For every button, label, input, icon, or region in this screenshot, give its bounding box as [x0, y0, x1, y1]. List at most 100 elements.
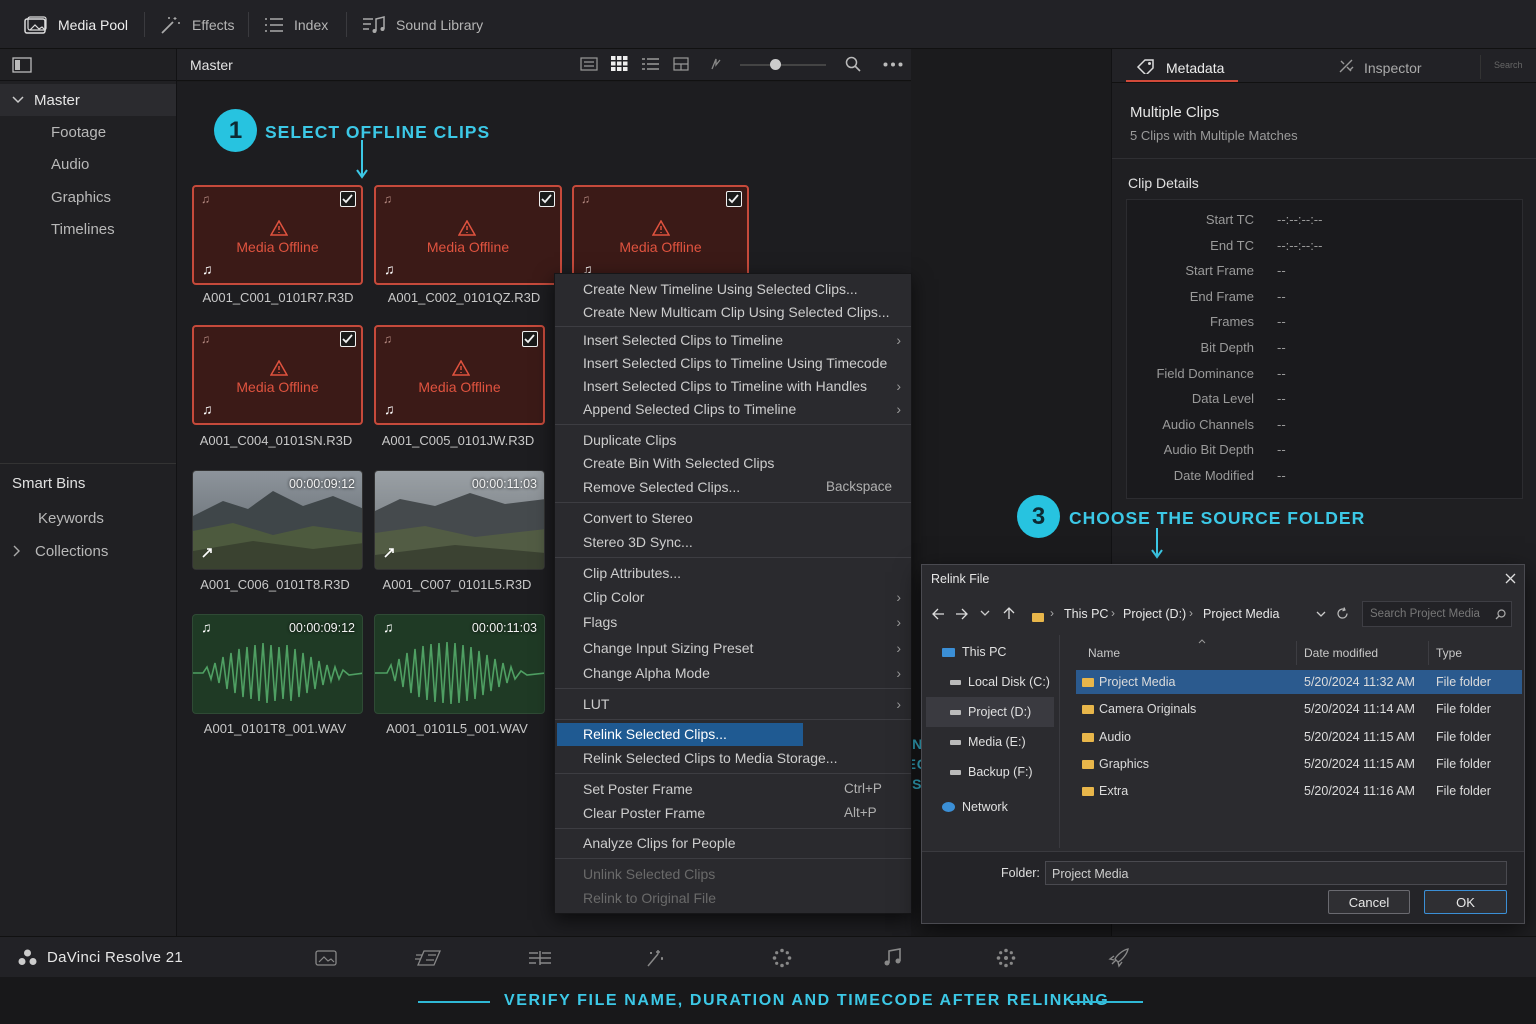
up-arrow-icon[interactable]	[1003, 607, 1015, 620]
clip-thumbnail[interactable]: 00:00:11:03	[374, 470, 545, 570]
color-page-icon[interactable]	[772, 948, 792, 968]
close-icon[interactable]	[1505, 573, 1516, 584]
menu-item-stereo-3d-sync[interactable]: Stereo 3D Sync...	[583, 534, 693, 550]
address-bar[interactable]: › This PC › Project (D:) › Project Media	[1025, 601, 1355, 626]
menu-item-insert-using-timecode[interactable]: Insert Selected Clips to Timeline Using …	[583, 355, 887, 371]
menu-item-clip-attributes[interactable]: Clip Attributes...	[583, 565, 681, 581]
more-options-icon[interactable]	[883, 62, 903, 67]
folder-input[interactable]: Project Media	[1045, 861, 1507, 885]
tree-item-network[interactable]: Network	[942, 800, 1008, 814]
menu-item-change-alpha-mode[interactable]: Change Alpha Mode	[583, 665, 710, 681]
clip-thumbnail[interactable]: ♫ Media Offline ♫	[374, 325, 545, 425]
list-view-icon[interactable]	[642, 57, 659, 71]
sort-icon[interactable]	[709, 57, 723, 71]
panel-search[interactable]: Search	[1494, 60, 1523, 70]
metadata-view-icon[interactable]	[580, 57, 598, 71]
menu-item-convert-to-stereo[interactable]: Convert to Stereo	[583, 510, 693, 526]
menu-item-analyze-people[interactable]: Analyze Clips for People	[583, 835, 736, 851]
sidebar-item-master[interactable]: Master	[0, 84, 176, 116]
menu-item-insert-to-timeline[interactable]: Insert Selected Clips to Timeline	[583, 332, 783, 348]
clip-thumbnail[interactable]: ♫ Media Offline ♫	[374, 185, 562, 285]
search-icon[interactable]	[845, 56, 861, 72]
back-arrow-icon[interactable]	[932, 608, 945, 620]
chevron-right-icon[interactable]	[13, 545, 21, 557]
tab-inspector[interactable]: Inspector	[1338, 49, 1448, 83]
file-name-cell: Camera Originals	[1082, 702, 1196, 716]
clip-thumbnail[interactable]: ♫ Media Offline ♫	[192, 185, 363, 285]
column-header-type[interactable]: Type	[1436, 646, 1462, 660]
tutorial-footer: VERIFY FILE NAME, DURATION AND TIMECODE …	[0, 977, 1536, 1024]
menu-item-clear-poster-frame[interactable]: Clear Poster Frame	[583, 805, 705, 821]
clip-checkbox[interactable]	[522, 331, 538, 347]
column-header-date[interactable]: Date modified	[1304, 646, 1378, 660]
deliver-page-icon[interactable]	[996, 948, 1016, 968]
clip-checkbox[interactable]	[726, 191, 742, 207]
media-page-icon[interactable]	[315, 950, 337, 966]
sidebar-item-audio[interactable]: Audio	[0, 148, 176, 180]
clip-thumbnail[interactable]: ♫ 00:00:09:12	[192, 614, 363, 714]
tree-item-local-disk[interactable]: Local Disk (C:)	[950, 675, 1050, 689]
tree-item-project-d-label[interactable]: Project (D:)	[950, 705, 1031, 719]
file-row[interactable]: Extra 5/20/2024 11:16 AM File folder	[1076, 779, 1522, 803]
sidebar-item-footage[interactable]: Footage	[0, 116, 176, 148]
fairlight-page-icon[interactable]	[883, 948, 901, 966]
effects-tab[interactable]: Effects	[160, 0, 235, 49]
tree-item-this-pc[interactable]: This PC	[942, 645, 1006, 659]
clip-thumbnail[interactable]: ♫ 00:00:11:03	[374, 614, 545, 714]
sidebar-item-keywords[interactable]: Keywords	[0, 502, 176, 534]
file-row[interactable]: Graphics 5/20/2024 11:15 AM File folder	[1076, 752, 1522, 776]
sidebar-item-timelines[interactable]: Timelines	[0, 213, 176, 245]
menu-item-relink-selected-clips[interactable]: Relink Selected Clips...	[557, 723, 803, 746]
zoom-slider-track[interactable]	[740, 64, 826, 66]
zoom-slider-handle[interactable]	[770, 59, 781, 70]
chevron-down-icon[interactable]	[980, 610, 990, 617]
menu-item-create-bin[interactable]: Create Bin With Selected Clips	[583, 455, 774, 471]
refresh-icon[interactable]	[1336, 607, 1349, 620]
tab-metadata[interactable]: Metadata	[1126, 49, 1238, 83]
clip-checkbox[interactable]	[539, 191, 555, 207]
file-row[interactable]: Camera Originals 5/20/2024 11:14 AM File f…	[1076, 697, 1522, 721]
menu-item-clip-color[interactable]: Clip Color	[583, 589, 644, 605]
thumbnail-view-icon[interactable]	[611, 56, 628, 71]
tree-item-backup-f[interactable]: Backup (F:)	[950, 765, 1033, 779]
sidebar-item-graphics[interactable]: Graphics	[0, 181, 176, 213]
forward-arrow-icon[interactable]	[955, 608, 968, 620]
breadcrumb-item[interactable]: This PC	[1064, 607, 1108, 621]
menu-item-remove-clips[interactable]: Remove Selected Clips...	[583, 479, 740, 495]
menu-item-set-poster-frame[interactable]: Set Poster Frame	[583, 781, 693, 797]
clip-thumbnail[interactable]: ♫ Media Offline ♫	[192, 325, 363, 425]
panel-toggle-icon[interactable]	[12, 57, 32, 73]
search-input[interactable]: Search Project Media	[1362, 601, 1512, 627]
menu-item-create-multicam[interactable]: Create New Multicam Clip Using Selected …	[583, 304, 890, 320]
menu-item-duplicate-clips[interactable]: Duplicate Clips	[583, 432, 676, 448]
edit-page-icon[interactable]	[528, 950, 552, 966]
column-header-name[interactable]: Name	[1088, 646, 1120, 660]
file-row[interactable]: Audio 5/20/2024 11:15 AM File folder	[1076, 725, 1522, 749]
cancel-button[interactable]: Cancel	[1328, 890, 1410, 914]
rocket-icon[interactable]	[1108, 948, 1130, 968]
tree-item-media-e[interactable]: Media (E:)	[950, 735, 1026, 749]
media-pool-tab[interactable]: Media Pool	[24, 0, 128, 49]
sound-library-tab[interactable]: Sound Library	[362, 0, 483, 49]
clip-thumbnail[interactable]: ♫ Media Offline ♫	[572, 185, 749, 285]
index-tab[interactable]: Index	[264, 0, 328, 49]
ok-button[interactable]: OK	[1424, 890, 1507, 914]
menu-item-create-timeline[interactable]: Create New Timeline Using Selected Clips…	[583, 281, 858, 297]
menu-item-change-input-sizing[interactable]: Change Input Sizing Preset	[583, 640, 753, 656]
filmstrip-view-icon[interactable]	[673, 57, 689, 71]
fusion-page-icon[interactable]	[644, 948, 666, 968]
clip-thumbnail[interactable]: 00:00:09:12	[192, 470, 363, 570]
menu-item-lut[interactable]: LUT	[583, 696, 609, 712]
clip-checkbox[interactable]	[340, 191, 356, 207]
file-row[interactable]: Project Media 5/20/2024 11:32 AM File fold…	[1076, 670, 1522, 694]
menu-item-flags[interactable]: Flags	[583, 614, 617, 630]
cut-page-icon[interactable]	[414, 949, 442, 967]
breadcrumb-item[interactable]: Project Media	[1203, 607, 1279, 621]
menu-item-append-to-timeline[interactable]: Append Selected Clips to Timeline	[583, 401, 796, 417]
menu-item-relink-to-media-storage[interactable]: Relink Selected Clips to Media Storage..…	[583, 750, 837, 766]
menu-item-insert-with-handles[interactable]: Insert Selected Clips to Timeline with H…	[583, 378, 867, 394]
breadcrumb-item[interactable]: Project (D:)	[1123, 607, 1186, 621]
sidebar-item-collections[interactable]: Collections	[0, 535, 176, 567]
chevron-down-icon[interactable]	[1316, 611, 1326, 618]
clip-checkbox[interactable]	[340, 331, 356, 347]
